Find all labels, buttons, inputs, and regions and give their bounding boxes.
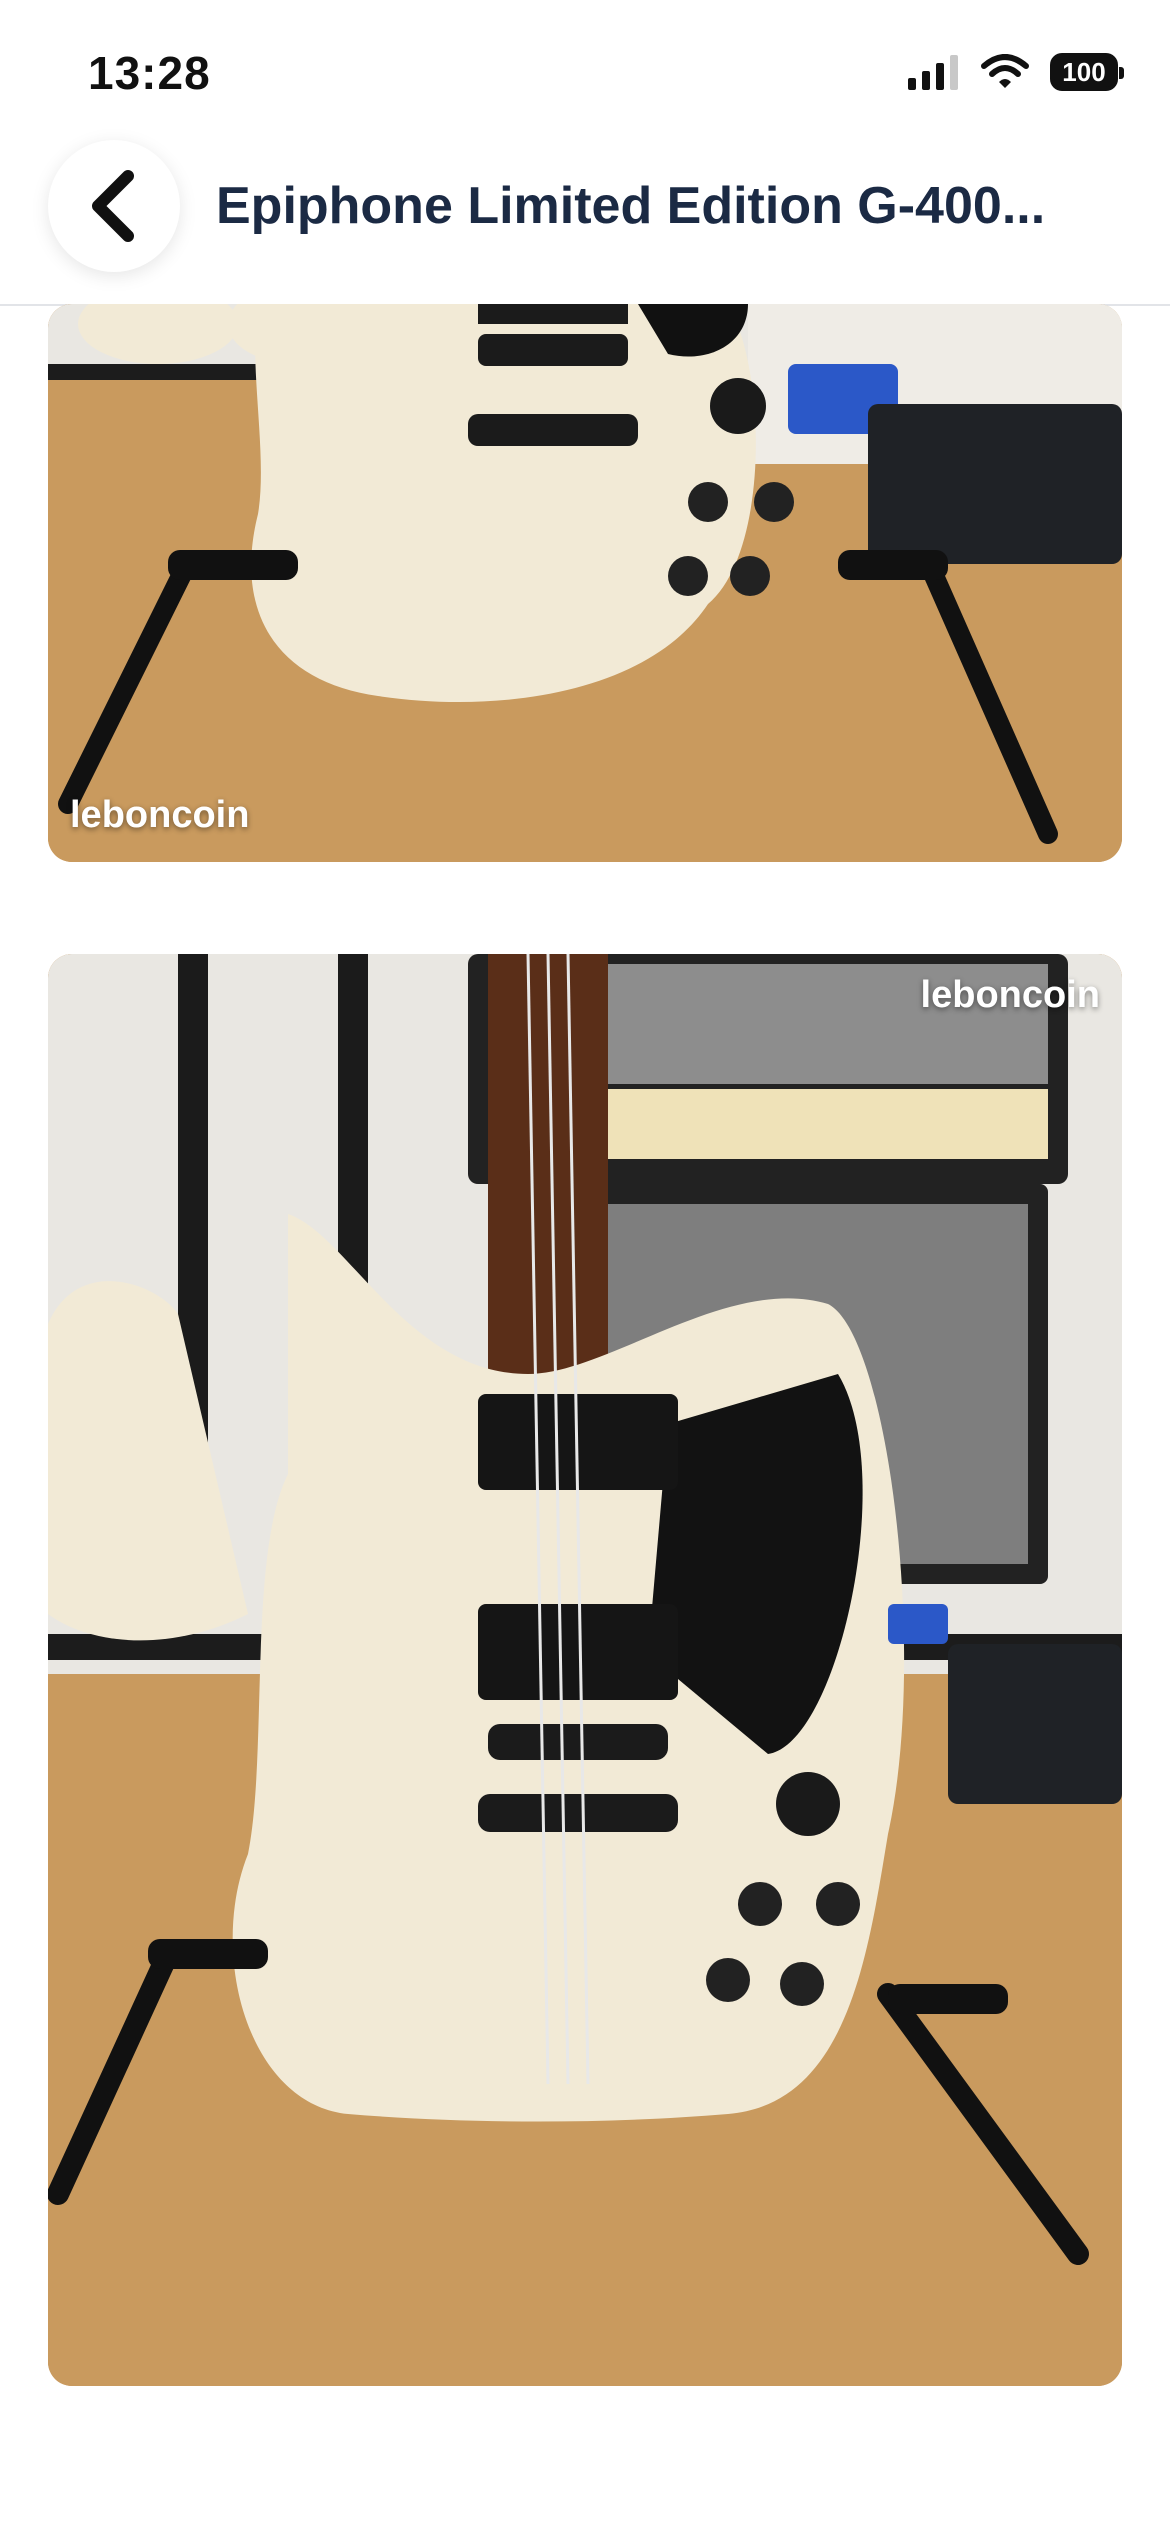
guitar-photo-image — [48, 304, 1122, 862]
photo-gallery[interactable]: leboncoin leboncoin — [0, 304, 1170, 2532]
page-title: Epiphone Limited Edition G-400... — [216, 177, 1046, 235]
listing-photo-2[interactable]: leboncoin — [48, 954, 1122, 2386]
watermark-label: leboncoin — [920, 974, 1100, 1016]
watermark-label: leboncoin — [70, 794, 250, 836]
chevron-left-icon — [92, 170, 134, 242]
guitar-photo-image — [48, 954, 1122, 2386]
header: Epiphone Limited Edition G-400... — [0, 0, 1170, 306]
listing-photo-1[interactable]: leboncoin — [48, 304, 1122, 862]
back-button[interactable] — [48, 140, 180, 272]
